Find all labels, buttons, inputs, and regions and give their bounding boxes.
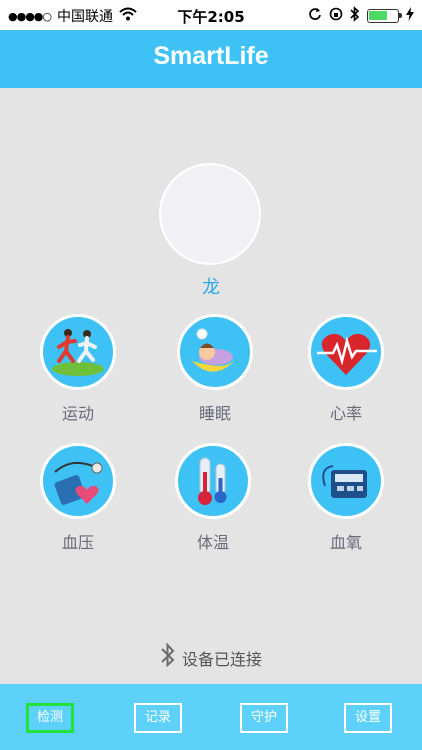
blood-pressure-icon[interactable] xyxy=(40,443,116,519)
feature-label: 心率 xyxy=(329,404,362,423)
rotation-lock-icon xyxy=(308,7,322,25)
heart-rate-icon[interactable] xyxy=(308,314,384,390)
avatar[interactable] xyxy=(159,163,261,265)
sleep-icon[interactable] xyxy=(177,314,253,390)
app-header: SmartLife xyxy=(0,30,422,88)
feature-exercise[interactable]: 运动 xyxy=(23,314,133,424)
feature-label: 血压 xyxy=(61,533,94,552)
feature-sleep[interactable]: 睡眠 xyxy=(160,314,270,424)
feature-blood-pressure[interactable]: 血压 xyxy=(23,443,133,553)
battery-icon xyxy=(367,9,402,23)
feature-label: 运动 xyxy=(61,404,94,423)
blood-oxygen-icon[interactable] xyxy=(308,443,384,519)
tab-settings[interactable]: 设置 xyxy=(344,703,392,733)
device-connection-status: 设备已连接 xyxy=(0,642,422,674)
alarm-lock-icon xyxy=(329,7,343,25)
tab-records[interactable]: 记录 xyxy=(134,703,182,733)
status-bar: ●●●●○ 中国联通 下午2:05 xyxy=(0,0,422,30)
running-icon[interactable] xyxy=(40,314,116,390)
thermometer-icon[interactable] xyxy=(175,443,251,519)
tab-detect[interactable]: 检测 xyxy=(26,703,74,733)
feature-label: 血氧 xyxy=(329,533,362,552)
tab-guard[interactable]: 守护 xyxy=(240,703,288,733)
bottom-tab-bar: 检测 记录 守护 设置 xyxy=(0,684,422,750)
feature-temperature[interactable]: 体温 xyxy=(158,443,268,553)
user-name: 龙 xyxy=(202,277,220,298)
app-title: SmartLife xyxy=(153,42,269,70)
bluetooth-icon xyxy=(160,642,176,674)
feature-heart-rate[interactable]: 心率 xyxy=(291,314,401,424)
connection-status-text: 设备已连接 xyxy=(181,650,262,669)
feature-label: 体温 xyxy=(196,533,229,552)
charging-icon xyxy=(406,7,414,25)
feature-label: 睡眠 xyxy=(198,404,231,423)
battery-level xyxy=(369,11,387,20)
bluetooth-status-icon xyxy=(350,6,360,26)
feature-blood-oxygen[interactable]: 血氧 xyxy=(291,443,401,553)
